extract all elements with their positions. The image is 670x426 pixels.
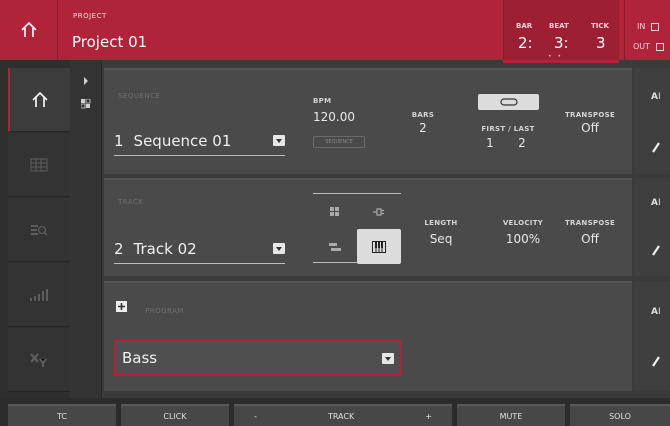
expand-arrow-icon[interactable]	[83, 77, 89, 85]
track-type-drum[interactable]	[313, 194, 357, 229]
track-select[interactable]: 2 Track 02	[114, 234, 285, 264]
tc-button[interactable]: TC	[8, 404, 116, 426]
track-edit-pencil-icon[interactable]	[651, 244, 661, 256]
track-type-plugin[interactable]	[357, 194, 401, 229]
track-type-selector	[313, 193, 401, 264]
bars-label: BARS	[411, 111, 435, 119]
program-select[interactable]: Bass	[114, 340, 402, 376]
last-value[interactable]: 2	[516, 136, 528, 150]
mute-button[interactable]: MUTE	[457, 404, 565, 426]
sequence-name: Sequence 01	[133, 131, 232, 150]
project-name[interactable]: Project 01	[72, 33, 147, 51]
bars-value[interactable]: 2	[408, 121, 438, 135]
first-value[interactable]: 1	[484, 136, 496, 150]
xy-icon	[30, 352, 47, 367]
project-label: PROJECT	[73, 12, 107, 20]
top-bar: PROJECT Project 01 BAR 2: BEAT 3: TICK 3…	[0, 0, 670, 60]
track-number: 2	[114, 239, 124, 258]
pad-grid-icon[interactable]	[81, 99, 91, 109]
sequence-bpm-mode-button[interactable]: SEQUENCE	[313, 136, 365, 148]
sidebar-tab-levels[interactable]	[8, 263, 70, 327]
program-title: PROGRAM	[145, 307, 184, 315]
dropdown-arrow-icon	[273, 135, 285, 146]
click-button[interactable]: CLICK	[121, 404, 229, 426]
add-program-icon[interactable]	[116, 301, 127, 312]
track-edit-column	[634, 178, 670, 276]
track-prev-button[interactable]: -	[254, 412, 257, 421]
track-name: Track 02	[133, 239, 197, 258]
track-transpose-label: TRANSPOSE	[564, 219, 616, 227]
browse-icon	[31, 224, 48, 235]
beat-value[interactable]: 3:	[554, 34, 569, 52]
plug-icon	[373, 207, 384, 216]
sidebar-tab-xy[interactable]	[8, 328, 70, 392]
loop-toggle-button[interactable]	[478, 94, 539, 110]
sidebar-tab-main[interactable]	[8, 68, 70, 132]
dropdown-arrow-icon	[273, 243, 285, 254]
grid-icon	[30, 158, 48, 171]
out-label: OUT	[633, 42, 651, 51]
clip-icon	[329, 242, 341, 251]
drum-pads-icon	[330, 206, 339, 216]
track-type-keygroup[interactable]	[357, 229, 401, 264]
dropdown-arrow-icon	[382, 352, 394, 364]
track-type-clip[interactable]	[313, 229, 357, 264]
sequence-title: SEQUENCE	[118, 92, 161, 100]
bpm-value[interactable]: 120.00	[313, 110, 355, 124]
in-checkbox[interactable]	[651, 22, 660, 31]
track-title: TRACK	[118, 198, 144, 206]
program-edit-pencil-icon[interactable]	[651, 355, 661, 367]
sequence-panel: SEQUENCE	[104, 68, 632, 174]
counter-underline	[503, 60, 619, 63]
level-bars-icon	[30, 288, 48, 301]
track-rename-icon[interactable]: AI	[651, 198, 661, 208]
sidebar	[0, 60, 70, 398]
page-dots: • •	[548, 53, 563, 60]
home-icon	[32, 91, 48, 107]
program-rename-icon[interactable]: AI	[651, 307, 661, 317]
length-label: LENGTH	[424, 219, 458, 227]
in-label: IN	[637, 22, 646, 31]
program-name: Bass	[122, 349, 158, 367]
sub-sidebar	[70, 60, 102, 398]
home-icon	[20, 21, 37, 37]
bpm-label: BPM	[313, 97, 332, 105]
bar-value[interactable]: 2:	[518, 34, 533, 52]
sidebar-tab-grid[interactable]	[8, 133, 70, 197]
sequence-edit-column	[634, 68, 670, 174]
track-next-button[interactable]: +	[425, 412, 432, 421]
keyboard-icon	[372, 240, 386, 253]
loop-icon	[499, 98, 518, 106]
sequence-edit-pencil-icon[interactable]	[651, 141, 661, 153]
length-value[interactable]: Seq	[420, 232, 462, 246]
in-toggle[interactable]: IN	[637, 22, 660, 31]
track-nav-label: TRACK	[327, 411, 355, 421]
in-out-panel: IN OUT	[624, 0, 670, 60]
velocity-value[interactable]: 100%	[494, 232, 552, 246]
out-toggle[interactable]: OUT	[633, 42, 665, 51]
first-last-label: FIRST / LAST	[481, 125, 535, 133]
track-nav-group: - TRACK +	[234, 404, 452, 426]
tick-label: TICK	[591, 22, 609, 30]
sidebar-tab-browser[interactable]	[8, 198, 70, 262]
bar-label: BAR	[516, 22, 533, 30]
sequence-number: 1	[114, 131, 124, 150]
sequence-rename-icon[interactable]: AI	[651, 92, 661, 102]
home-button[interactable]	[0, 0, 58, 60]
tick-value[interactable]: 3	[596, 34, 606, 52]
position-counter: BAR 2: BEAT 3: TICK 3	[503, 0, 619, 60]
track-transpose-value[interactable]: Off	[562, 232, 618, 246]
sequence-transpose-label: TRANSPOSE	[564, 111, 616, 119]
beat-label: BEAT	[549, 22, 569, 30]
sequence-transpose-value[interactable]: Off	[562, 121, 618, 135]
solo-button[interactable]: SOLO	[570, 404, 670, 426]
program-edit-column	[634, 281, 670, 391]
sequence-select[interactable]: 1 Sequence 01	[114, 126, 285, 156]
velocity-label: VELOCITY	[502, 219, 544, 227]
out-checkbox[interactable]	[656, 42, 665, 51]
